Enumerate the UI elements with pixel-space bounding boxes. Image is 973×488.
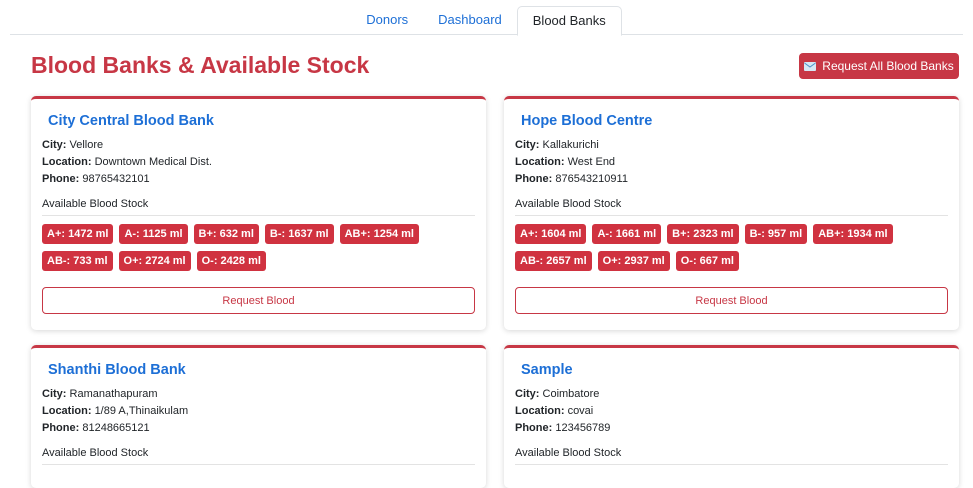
stock-badge-ab-pos: AB+: 1254 ml (339, 224, 419, 244)
stock-badge-b-pos: B+: 632 ml (193, 224, 259, 244)
stock-badge-a-neg: A-: 1125 ml (119, 224, 188, 244)
bank-location: Location: Downtown Medical Dist. (42, 156, 212, 168)
envelope-icon (804, 61, 817, 71)
stock-badges: A+: 1472 ml A-: 1125 ml B+: 632 ml B-: 1… (42, 224, 475, 271)
stock-badge-a-pos: A+: 1472 ml (42, 224, 114, 244)
bank-name: Hope Blood Centre (521, 113, 653, 129)
stock-badge-b-pos: B+: 2323 ml (667, 224, 739, 244)
stock-badge-a-pos: A+: 1604 ml (515, 224, 587, 244)
bank-name: Shanthi Blood Bank (48, 362, 186, 378)
stock-badge-b-neg: B-: 957 ml (744, 224, 808, 244)
nav-tabs: Donors Dashboard Blood Banks (10, 0, 963, 36)
bank-name: City Central Blood Bank (48, 113, 214, 129)
stock-title: Available Blood Stock (515, 198, 948, 216)
bank-location: Location: 1/89 A,Thinaikulam (42, 405, 189, 417)
request-blood-button[interactable]: Request Blood (515, 287, 948, 314)
stock-badge-ab-neg: AB-: 733 ml (42, 251, 113, 271)
bank-phone: Phone: 98765432101 (42, 173, 150, 185)
bank-city: City: Ramanathapuram (42, 388, 158, 400)
tab-donors[interactable]: Donors (351, 6, 423, 33)
bank-city: City: Vellore (42, 139, 104, 151)
bank-phone: Phone: 876543210911 (515, 173, 628, 185)
stock-title: Available Blood Stock (42, 198, 475, 216)
bank-card-3: Shanthi Blood Bank City: Ramanathapuram … (31, 345, 486, 488)
stock-title: Available Blood Stock (515, 447, 948, 465)
stock-badges: A+: 1604 ml A-: 1661 ml B+: 2323 ml B-: … (515, 224, 948, 271)
tab-dashboard[interactable]: Dashboard (423, 6, 517, 33)
stock-badge-o-neg: O-: 667 ml (675, 251, 739, 271)
bank-card-1: City Central Blood Bank City: Vellore Lo… (31, 96, 486, 330)
page-title: Blood Banks & Available Stock (31, 52, 370, 78)
bank-phone: Phone: 123456789 (515, 422, 611, 434)
bank-location: Location: covai (515, 405, 594, 417)
request-all-label: Request All Blood Banks (822, 59, 954, 73)
nav-tabs-bar: Donors Dashboard Blood Banks (10, 0, 963, 36)
tab-blood-banks[interactable]: Blood Banks (516, 6, 622, 36)
stock-badge-o-pos: O+: 2724 ml (118, 251, 191, 271)
stock-badge-ab-neg: AB-: 2657 ml (515, 251, 592, 271)
stock-title: Available Blood Stock (42, 447, 475, 465)
stock-badge-o-neg: O-: 2428 ml (196, 251, 266, 271)
bank-location: Location: West End (515, 156, 616, 168)
stock-badge-a-neg: A-: 1661 ml (592, 224, 662, 244)
bank-name: Sample (521, 362, 573, 378)
stock-badge-ab-pos: AB+: 1934 ml (813, 224, 893, 244)
bank-card-4: Sample City: Coimbatore Location: covai … (504, 345, 959, 488)
request-all-blood-banks-button[interactable]: Request All Blood Banks (799, 53, 959, 79)
bank-city: City: Coimbatore (515, 388, 600, 400)
bank-phone: Phone: 81248665121 (42, 422, 150, 434)
bank-city: City: Kallakurichi (515, 139, 599, 151)
request-blood-button[interactable]: Request Blood (42, 287, 475, 314)
stock-badge-b-neg: B-: 1637 ml (264, 224, 334, 244)
bank-card-2: Hope Blood Centre City: Kallakurichi Loc… (504, 96, 959, 330)
stock-badge-o-pos: O+: 2937 ml (597, 251, 670, 271)
